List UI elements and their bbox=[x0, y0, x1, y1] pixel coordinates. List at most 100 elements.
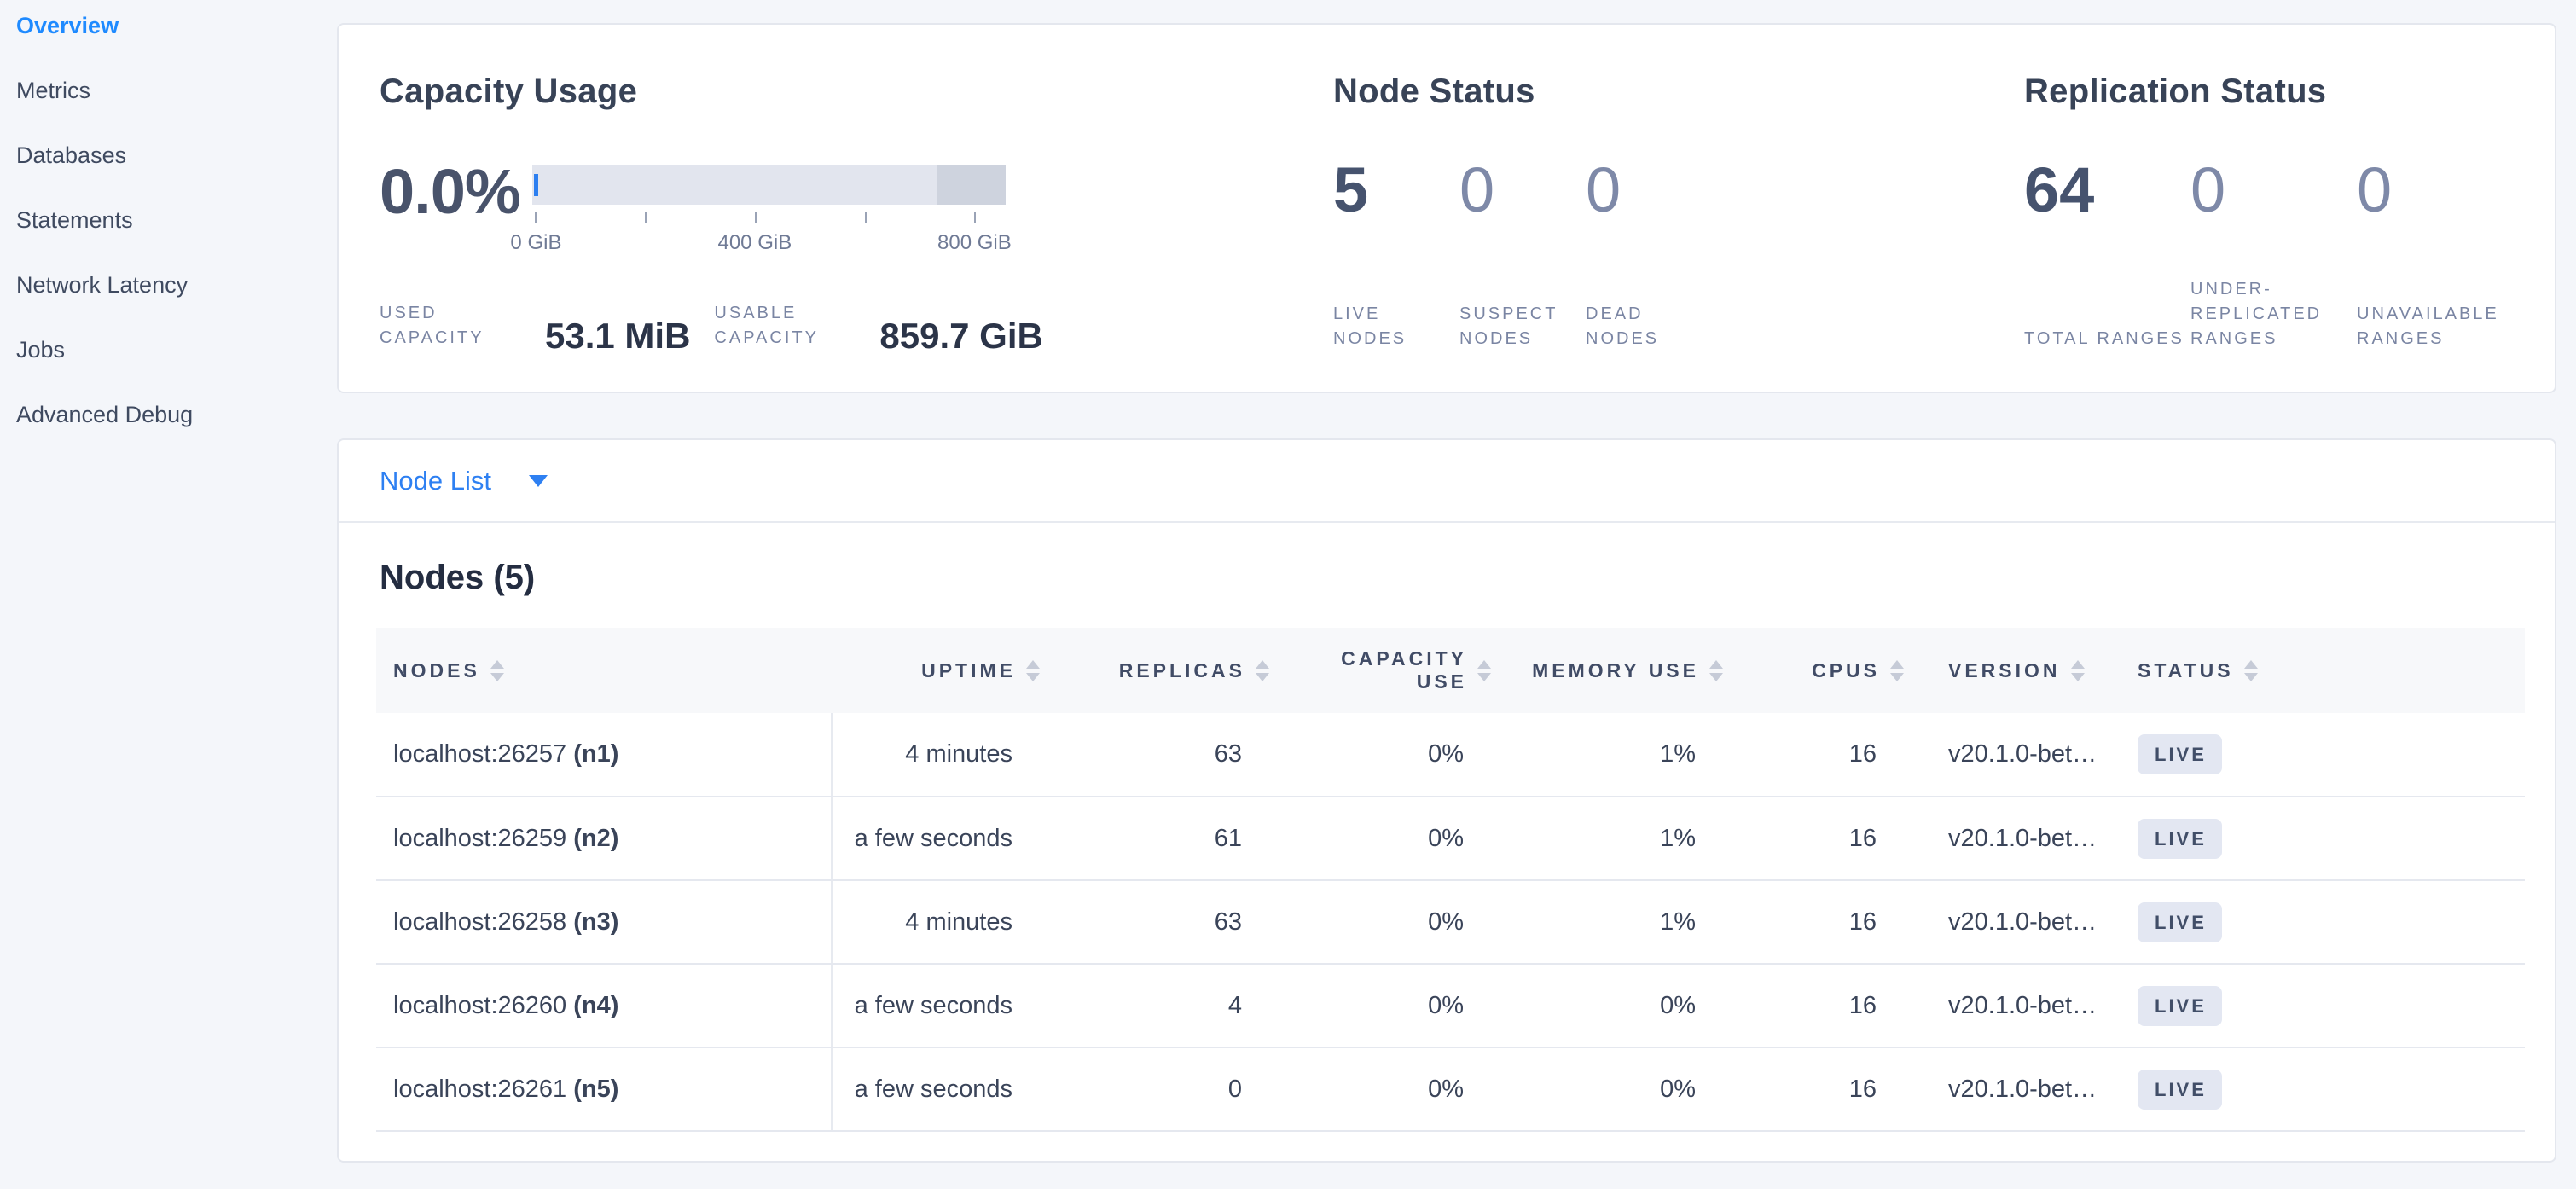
tick-mark bbox=[535, 212, 537, 223]
capacity-usage-section: Capacity Usage 0.0% bbox=[380, 72, 1333, 392]
unavailable-ranges-stat: 0 UNAVAILABLE RANGES bbox=[2357, 159, 2523, 351]
capacity-gauge: 0 GiB 400 GiB 800 GiB bbox=[532, 165, 1006, 257]
node-id: (n3) bbox=[573, 908, 618, 936]
cpus-cell: 16 bbox=[1743, 797, 1924, 880]
sidebar: Overview Metrics Databases Statements Ne… bbox=[0, 0, 335, 466]
live-nodes-stat: 5 LIVE NODES bbox=[1333, 159, 1459, 351]
column-header-label: REPLICAS bbox=[1119, 659, 1245, 682]
node-list-dropdown[interactable]: Node List bbox=[339, 440, 2555, 523]
version-cell: v20.1.0-bet… bbox=[1924, 1047, 2138, 1131]
node-id: (n1) bbox=[573, 740, 618, 768]
capacity-gauge-ticks bbox=[532, 212, 1006, 224]
column-header-capacity-use[interactable]: CAPACITY USE bbox=[1290, 628, 1511, 713]
sort-icon bbox=[1477, 660, 1491, 682]
status-badge: LIVE bbox=[2138, 986, 2222, 1026]
sidebar-item-advanced-debug[interactable]: Advanced Debug bbox=[16, 401, 335, 428]
capacity-use-cell: 0% bbox=[1290, 713, 1511, 797]
cpus-cell: 16 bbox=[1743, 1047, 1924, 1131]
status-badge: LIVE bbox=[2138, 902, 2222, 942]
column-header-replicas[interactable]: REPLICAS bbox=[1060, 628, 1290, 713]
status-badge: LIVE bbox=[2138, 734, 2222, 774]
used-capacity-label: USED CAPACITY bbox=[380, 301, 509, 351]
table-row: localhost:26258 (n3) 4 minutes 63 0% 1% … bbox=[376, 880, 2525, 964]
node-address-link[interactable]: localhost:26260 bbox=[393, 992, 566, 1019]
tick-mark bbox=[755, 212, 757, 223]
column-header-uptime[interactable]: UPTIME bbox=[832, 628, 1060, 713]
uptime-cell: a few seconds bbox=[832, 797, 1060, 880]
version-cell: v20.1.0-bet… bbox=[1924, 713, 2138, 797]
capacity-usage-title: Capacity Usage bbox=[380, 72, 1333, 111]
replication-status-values: 64 TOTAL RANGES 0 UNDER-REPLICATED RANGE… bbox=[2024, 159, 2523, 351]
column-header-memory-use[interactable]: MEMORY USE bbox=[1511, 628, 1743, 713]
used-capacity-value: 53.1 MiB bbox=[545, 319, 690, 353]
sort-icon bbox=[1890, 660, 1904, 682]
node-id: (n2) bbox=[573, 825, 618, 852]
node-id: (n5) bbox=[573, 1076, 618, 1103]
column-header-version[interactable]: VERSION bbox=[1924, 628, 2138, 713]
capacity-stats: USED CAPACITY 53.1 MiB USABLE CAPACITY 8… bbox=[380, 301, 1333, 351]
node-id: (n4) bbox=[573, 992, 618, 1019]
sidebar-item-network-latency[interactable]: Network Latency bbox=[16, 271, 335, 299]
capacity-gauge-used-mark bbox=[534, 174, 538, 196]
sidebar-item-statements[interactable]: Statements bbox=[16, 206, 335, 234]
sidebar-item-jobs[interactable]: Jobs bbox=[16, 336, 335, 363]
cpus-cell: 16 bbox=[1743, 880, 1924, 964]
memory-use-cell: 0% bbox=[1511, 1047, 1743, 1131]
node-list-card: Node List Nodes (5) NODES UPTIME REPLI bbox=[337, 438, 2556, 1163]
tick-mark bbox=[974, 212, 976, 223]
column-header-label: VERSION bbox=[1948, 659, 2061, 682]
total-ranges-stat: 64 TOTAL RANGES bbox=[2024, 159, 2190, 351]
capacity-use-cell: 0% bbox=[1290, 1047, 1511, 1131]
memory-use-cell: 0% bbox=[1511, 964, 1743, 1047]
unavailable-ranges-label: UNAVAILABLE RANGES bbox=[2357, 302, 2517, 351]
column-header-label: MEMORY USE bbox=[1532, 659, 1699, 682]
column-header-label: UPTIME bbox=[921, 659, 1016, 682]
tick-mark bbox=[865, 212, 867, 223]
node-address-link[interactable]: localhost:26261 bbox=[393, 1076, 566, 1103]
version-cell: v20.1.0-bet… bbox=[1924, 964, 2138, 1047]
replicas-cell: 63 bbox=[1060, 713, 1290, 797]
axis-label: 400 GiB bbox=[717, 231, 792, 255]
node-status-title: Node Status bbox=[1333, 72, 2024, 111]
suspect-nodes-stat: 0 SUSPECT NODES bbox=[1459, 159, 1586, 351]
replicas-cell: 61 bbox=[1060, 797, 1290, 880]
suspect-nodes-value: 0 bbox=[1459, 159, 1586, 222]
usable-capacity-label: USABLE CAPACITY bbox=[714, 301, 844, 351]
version-cell: v20.1.0-bet… bbox=[1924, 797, 2138, 880]
column-header-label: CPUS bbox=[1812, 659, 1880, 682]
axis-label: 0 GiB bbox=[510, 231, 561, 255]
column-header-label: NODES bbox=[393, 659, 480, 682]
column-header-cpus[interactable]: CPUS bbox=[1743, 628, 1924, 713]
sidebar-item-databases[interactable]: Databases bbox=[16, 142, 335, 169]
suspect-nodes-label: SUSPECT NODES bbox=[1459, 302, 1567, 351]
capacity-gauge-bar bbox=[532, 165, 1006, 205]
memory-use-cell: 1% bbox=[1511, 713, 1743, 797]
sidebar-item-overview[interactable]: Overview bbox=[16, 12, 335, 39]
cluster-overview-page: Overview Metrics Databases Statements Ne… bbox=[0, 0, 2576, 1189]
node-address-link[interactable]: localhost:26258 bbox=[393, 908, 566, 936]
sidebar-item-metrics[interactable]: Metrics bbox=[16, 77, 335, 104]
dead-nodes-value: 0 bbox=[1586, 159, 1712, 222]
nodes-heading: Nodes (5) bbox=[380, 559, 2555, 597]
cluster-summary-card: Capacity Usage 0.0% bbox=[337, 23, 2556, 393]
unavailable-ranges-value: 0 bbox=[2357, 159, 2523, 222]
sort-icon bbox=[1709, 660, 1723, 682]
status-badge: LIVE bbox=[2138, 1070, 2222, 1110]
table-row: localhost:26261 (n5) a few seconds 0 0% … bbox=[376, 1047, 2525, 1131]
cpus-cell: 16 bbox=[1743, 964, 1924, 1047]
column-header-label: STATUS bbox=[2138, 659, 2234, 682]
node-address-link[interactable]: localhost:26257 bbox=[393, 740, 566, 768]
node-list-dropdown-label: Node List bbox=[380, 466, 491, 496]
column-header-status[interactable]: STATUS bbox=[2138, 628, 2525, 713]
column-header-nodes[interactable]: NODES bbox=[376, 628, 832, 713]
table-row: localhost:26260 (n4) a few seconds 4 0% … bbox=[376, 964, 2525, 1047]
total-ranges-value: 64 bbox=[2024, 159, 2190, 222]
replication-status-title: Replication Status bbox=[2024, 72, 2523, 111]
uptime-cell: a few seconds bbox=[832, 1047, 1060, 1131]
capacity-use-cell: 0% bbox=[1290, 797, 1511, 880]
node-address-link[interactable]: localhost:26259 bbox=[393, 825, 566, 852]
sort-icon bbox=[1026, 660, 1040, 682]
version-cell: v20.1.0-bet… bbox=[1924, 880, 2138, 964]
under-replicated-ranges-stat: 0 UNDER-REPLICATED RANGES bbox=[2190, 159, 2357, 351]
uptime-cell: a few seconds bbox=[832, 964, 1060, 1047]
